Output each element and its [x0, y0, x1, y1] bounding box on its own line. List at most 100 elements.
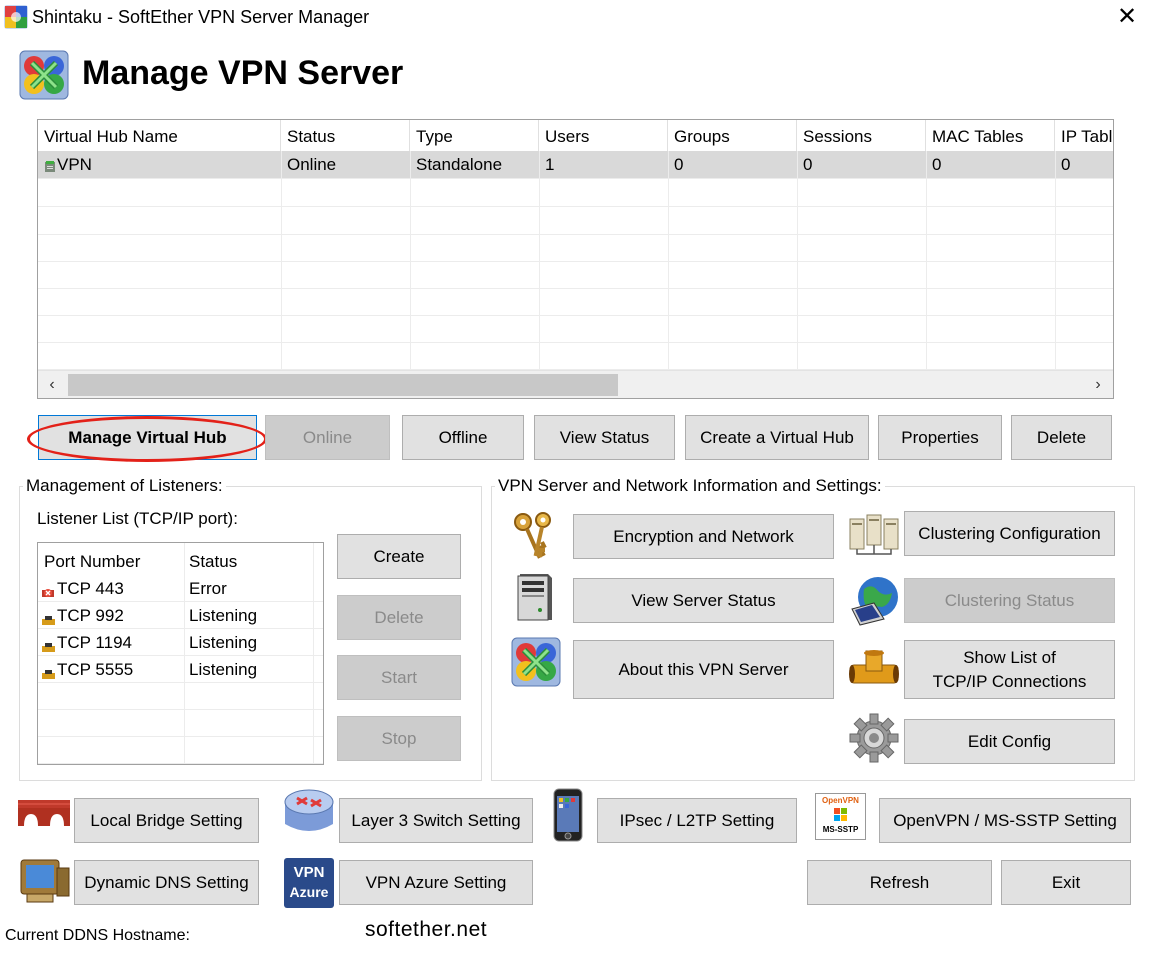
hub-type: Standalone: [416, 155, 503, 174]
listener-ok-icon: [42, 665, 55, 679]
view-server-status-button[interactable]: View Server Status: [573, 578, 834, 623]
column-divider: [926, 151, 927, 369]
listener-status: Listening: [189, 606, 258, 625]
create-virtual-hub-button[interactable]: Create a Virtual Hub: [685, 415, 869, 460]
online-button[interactable]: Online: [265, 415, 390, 460]
column-divider: [410, 151, 411, 369]
listener-row[interactable]: TCP 5555 Listening: [38, 656, 323, 683]
listener-table[interactable]: Port Number Status TCP 443 Error TCP 992…: [37, 542, 324, 765]
server-info-group-title: VPN Server and Network Information and S…: [495, 476, 885, 496]
column-header-ip-tables[interactable]: IP Table: [1055, 120, 1113, 151]
listeners-group-title: Management of Listeners:: [23, 476, 226, 496]
openvpn-sstp-setting-button[interactable]: OpenVPN / MS-SSTP Setting: [879, 798, 1131, 843]
about-vpn-icon: [511, 637, 561, 687]
listener-table-header: Port Number Status: [38, 547, 323, 575]
empty-row: [38, 710, 323, 737]
sstp-icon-label: MS-SSTP: [822, 825, 859, 834]
delete-listener-button[interactable]: Delete: [337, 595, 461, 640]
column-divider: [539, 151, 540, 369]
hub-ip-tables: 0: [1061, 155, 1071, 174]
column-header-listener-status[interactable]: Status: [189, 547, 237, 574]
hub-sessions: 0: [803, 155, 813, 174]
horizontal-scrollbar[interactable]: ‹ ›: [38, 370, 1113, 398]
empty-row: [38, 179, 1113, 207]
listener-row[interactable]: TCP 1194 Listening: [38, 629, 323, 656]
start-listener-button[interactable]: Start: [337, 655, 461, 700]
listener-error-icon: [42, 583, 55, 597]
cluster-servers-icon: [848, 513, 900, 557]
openvpn-sstp-icon: OpenVPN MS-SSTP: [815, 793, 866, 840]
table-header: Virtual Hub Name Status Type Users Group…: [38, 120, 1113, 151]
offline-button[interactable]: Offline: [402, 415, 524, 460]
listener-row[interactable]: TCP 992 Listening: [38, 602, 323, 629]
server-icon: [512, 570, 556, 622]
pipe-connections-icon: [848, 649, 900, 691]
clustering-configuration-button[interactable]: Clustering Configuration: [904, 511, 1115, 556]
ddns-hostname-label: Current DDNS Hostname:: [5, 927, 190, 944]
vpn-azure-icon-line2: Azure: [289, 884, 329, 900]
hub-status: Online: [287, 155, 337, 174]
scrollbar-thumb[interactable]: [68, 374, 618, 396]
vpn-server-icon: [19, 50, 69, 100]
tcpip-button-line1: Show List of: [963, 647, 1056, 667]
column-divider: [184, 543, 185, 764]
column-divider: [668, 151, 669, 369]
softether-link[interactable]: softether.net: [365, 918, 487, 942]
scroll-left-icon[interactable]: ‹: [40, 371, 64, 398]
column-header-status[interactable]: Status: [281, 120, 410, 151]
layer3-switch-setting-button[interactable]: Layer 3 Switch Setting: [339, 798, 533, 843]
hub-mac-tables: 0: [932, 155, 942, 174]
column-divider: [1055, 151, 1056, 369]
edit-config-button[interactable]: Edit Config: [904, 719, 1115, 764]
column-divider: [797, 151, 798, 369]
delete-hub-button[interactable]: Delete: [1011, 415, 1112, 460]
app-icon: [4, 5, 28, 29]
dynamic-dns-setting-button[interactable]: Dynamic DNS Setting: [74, 860, 259, 905]
hub-users: 1: [545, 155, 555, 174]
local-bridge-setting-button[interactable]: Local Bridge Setting: [74, 798, 259, 843]
exit-button[interactable]: Exit: [1001, 860, 1131, 905]
listener-list-label: Listener List (TCP/IP port):: [37, 509, 238, 528]
manage-virtual-hub-button[interactable]: Manage Virtual Hub: [38, 415, 257, 460]
column-header-mac-tables[interactable]: MAC Tables: [926, 120, 1055, 151]
phone-icon: [553, 788, 583, 842]
column-header-sessions[interactable]: Sessions: [797, 120, 926, 151]
column-header-port[interactable]: Port Number: [44, 547, 140, 574]
column-divider: [281, 151, 282, 369]
column-header-users[interactable]: Users: [539, 120, 668, 151]
properties-button[interactable]: Properties: [878, 415, 1002, 460]
empty-row: [38, 737, 323, 764]
column-header-hub-name[interactable]: Virtual Hub Name: [38, 120, 281, 151]
view-status-button[interactable]: View Status: [534, 415, 675, 460]
ipsec-l2tp-setting-button[interactable]: IPsec / L2TP Setting: [597, 798, 797, 843]
column-header-type[interactable]: Type: [410, 120, 539, 151]
close-icon[interactable]: ✕: [1112, 2, 1142, 32]
encryption-network-button[interactable]: Encryption and Network: [573, 514, 834, 559]
create-listener-button[interactable]: Create: [337, 534, 461, 579]
listener-port: TCP 992: [57, 606, 124, 625]
router-icon: [283, 788, 335, 840]
stop-listener-button[interactable]: Stop: [337, 716, 461, 761]
empty-row: [38, 342, 1113, 370]
window-title: Shintaku - SoftEther VPN Server Manager: [32, 7, 370, 27]
column-header-groups[interactable]: Groups: [668, 120, 797, 151]
tcpip-connections-button[interactable]: Show List of TCP/IP Connections: [904, 640, 1115, 699]
listener-status: Listening: [189, 633, 258, 652]
about-vpn-server-button[interactable]: About this VPN Server: [573, 640, 834, 699]
column-divider: [313, 543, 314, 764]
keys-icon: [509, 510, 559, 560]
listener-row[interactable]: TCP 443 Error: [38, 575, 323, 602]
empty-row: [38, 207, 1113, 235]
listener-status: Listening: [189, 660, 258, 679]
vpn-azure-setting-button[interactable]: VPN Azure Setting: [339, 860, 533, 905]
scroll-right-icon[interactable]: ›: [1086, 371, 1110, 398]
table-row[interactable]: VPN Online Standalone 1 0 0 0 0: [38, 151, 1113, 179]
empty-row: [38, 261, 1113, 289]
clustering-status-button[interactable]: Clustering Status: [904, 578, 1115, 623]
virtual-hub-table[interactable]: Virtual Hub Name Status Type Users Group…: [37, 119, 1114, 399]
refresh-button[interactable]: Refresh: [807, 860, 992, 905]
listener-status: Error: [189, 579, 227, 598]
gear-icon: [848, 712, 900, 764]
tcpip-button-line2: TCP/IP Connections: [932, 671, 1087, 691]
hub-name: VPN: [57, 155, 92, 174]
